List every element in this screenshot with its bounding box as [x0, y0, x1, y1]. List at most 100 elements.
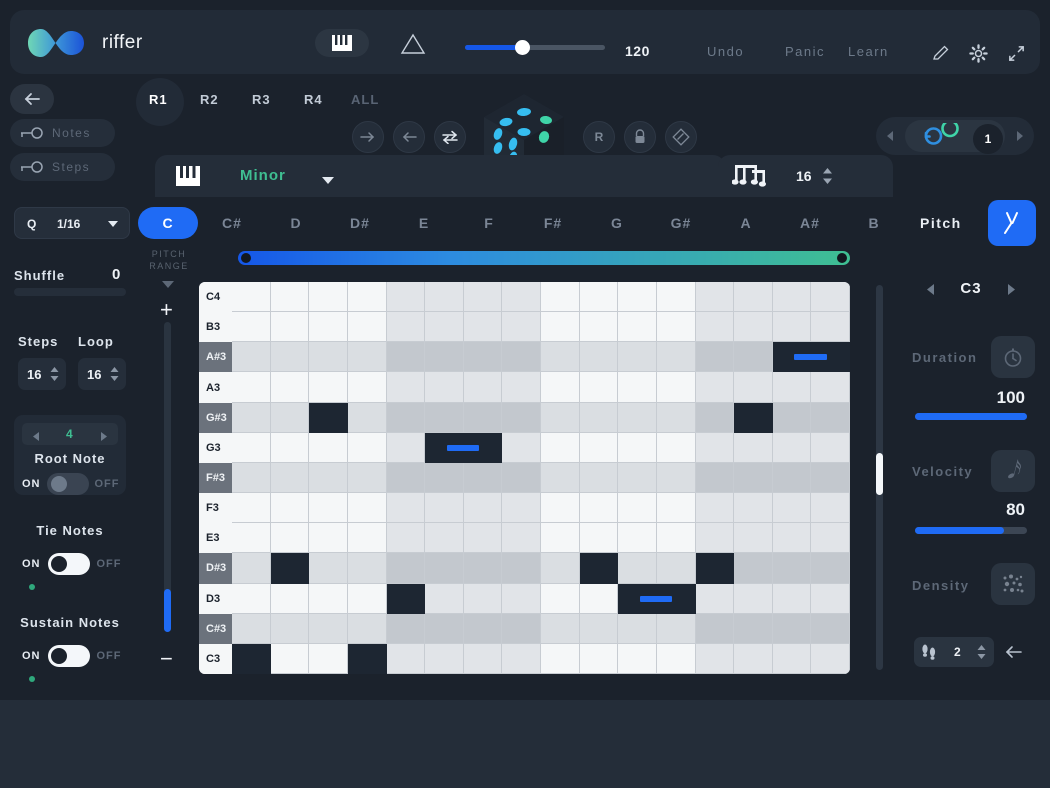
- grid-note[interactable]: [580, 553, 619, 583]
- grid-key-label[interactable]: C#3: [199, 614, 232, 644]
- grid-key-label[interactable]: E3: [199, 523, 232, 553]
- grid-cell[interactable]: [580, 614, 619, 644]
- grid-key-label[interactable]: F#3: [199, 463, 232, 493]
- grid-cell[interactable]: [618, 342, 657, 372]
- grid-cell[interactable]: [541, 403, 580, 433]
- grid-cell[interactable]: [309, 523, 348, 553]
- grid-cell[interactable]: [464, 584, 503, 614]
- density-icon-button[interactable]: [991, 563, 1035, 605]
- octave-stepper[interactable]: 2: [914, 637, 994, 667]
- grid-cell[interactable]: [348, 614, 387, 644]
- grid-cell[interactable]: [696, 282, 735, 312]
- grid-cell[interactable]: [618, 644, 657, 674]
- note-button-gsharp[interactable]: G#: [657, 207, 705, 239]
- shift-right-button[interactable]: [352, 121, 384, 153]
- grid-cell[interactable]: [580, 493, 619, 523]
- note-button-f[interactable]: F: [465, 207, 513, 239]
- grid-cell[interactable]: [502, 553, 541, 583]
- grid-cell[interactable]: [387, 523, 426, 553]
- root-prev-button[interactable]: [31, 429, 41, 447]
- grid-cell[interactable]: [657, 523, 696, 553]
- grid-key-label[interactable]: D3: [199, 584, 232, 614]
- grid-cell[interactable]: [657, 614, 696, 644]
- grid-cell[interactable]: [580, 433, 619, 463]
- grid-cell[interactable]: [734, 614, 773, 644]
- notes-lock-toggle[interactable]: Notes: [10, 119, 115, 147]
- tab-r3[interactable]: R3: [252, 92, 271, 107]
- rate-stepper[interactable]: [822, 167, 833, 190]
- learn-button[interactable]: Learn: [848, 44, 889, 59]
- grid-cell[interactable]: [618, 553, 657, 583]
- grid-cell[interactable]: [309, 312, 348, 342]
- grid-cell[interactable]: [541, 433, 580, 463]
- grid-cell[interactable]: [580, 372, 619, 402]
- velocity-icon-button[interactable]: 𝅘𝅥𝅯: [991, 450, 1035, 492]
- grid-cell[interactable]: [541, 553, 580, 583]
- grid-cell[interactable]: [696, 523, 735, 553]
- tab-r1[interactable]: R1: [149, 92, 168, 107]
- grid-cell[interactable]: [464, 553, 503, 583]
- grid-note[interactable]: [734, 403, 773, 433]
- pitch-range-plus-button[interactable]: +: [160, 299, 173, 321]
- pitch-range-vertical-slider[interactable]: [164, 322, 171, 632]
- grid-cell[interactable]: [271, 403, 310, 433]
- grid-row[interactable]: E3: [199, 523, 850, 553]
- grid-cell[interactable]: [541, 312, 580, 342]
- grid-cell[interactable]: [232, 584, 271, 614]
- loop-prev-button[interactable]: [884, 129, 896, 148]
- grid-cell[interactable]: [773, 644, 812, 674]
- grid-cell[interactable]: [348, 403, 387, 433]
- note-velocity-bar[interactable]: [640, 596, 672, 602]
- grid-cell[interactable]: [348, 372, 387, 402]
- grid-cell[interactable]: [464, 523, 503, 553]
- steps-stepper[interactable]: 16: [18, 358, 66, 390]
- grid-cell[interactable]: [618, 433, 657, 463]
- grid-cell[interactable]: [696, 312, 735, 342]
- grid-cell[interactable]: [773, 372, 812, 402]
- grid-cell[interactable]: [271, 342, 310, 372]
- note-next-button[interactable]: [1006, 283, 1017, 301]
- grid-row[interactable]: A#3: [199, 342, 850, 372]
- grid-cell[interactable]: [464, 342, 503, 372]
- grid-cell[interactable]: [773, 614, 812, 644]
- grid-cell[interactable]: [502, 342, 541, 372]
- grid-key-label[interactable]: A#3: [199, 342, 232, 372]
- grid-cell[interactable]: [773, 312, 812, 342]
- grid-key-label[interactable]: F3: [199, 493, 232, 523]
- note-button-g[interactable]: G: [593, 207, 641, 239]
- grid-cell[interactable]: [232, 614, 271, 644]
- grid-cell[interactable]: [773, 553, 812, 583]
- grid-cell[interactable]: [580, 312, 619, 342]
- grid-cell[interactable]: [309, 644, 348, 674]
- grid-cell[interactable]: [696, 342, 735, 372]
- grid-cell[interactable]: [811, 553, 850, 583]
- back-button[interactable]: [10, 84, 54, 114]
- grid-cell[interactable]: [464, 644, 503, 674]
- grid-cell[interactable]: [309, 614, 348, 644]
- grid-cell[interactable]: [580, 403, 619, 433]
- grid-cell[interactable]: [811, 433, 850, 463]
- grid-cell[interactable]: [811, 584, 850, 614]
- grid-cell[interactable]: [811, 493, 850, 523]
- grid-key-label[interactable]: D#3: [199, 553, 232, 583]
- grid-cell[interactable]: [232, 553, 271, 583]
- note-velocity-bar[interactable]: [447, 445, 479, 451]
- grid-cell[interactable]: [811, 403, 850, 433]
- grid-cell[interactable]: [734, 644, 773, 674]
- grid-cell[interactable]: [734, 553, 773, 583]
- pitch-range-minus-button[interactable]: −: [160, 648, 173, 670]
- grid-cell[interactable]: [348, 433, 387, 463]
- grid-cell[interactable]: [541, 614, 580, 644]
- grid-cell[interactable]: [271, 493, 310, 523]
- scale-name[interactable]: Minor: [240, 167, 286, 184]
- grid-cell[interactable]: [425, 312, 464, 342]
- grid-cell[interactable]: [541, 372, 580, 402]
- shift-left-button[interactable]: [393, 121, 425, 153]
- grid-cell[interactable]: [541, 493, 580, 523]
- grid-cell[interactable]: [425, 553, 464, 583]
- grid-cell[interactable]: [464, 614, 503, 644]
- note-velocity-bar[interactable]: [794, 354, 826, 360]
- grid-cell[interactable]: [232, 282, 271, 312]
- swap-button[interactable]: [434, 121, 466, 153]
- grid-cell[interactable]: [309, 493, 348, 523]
